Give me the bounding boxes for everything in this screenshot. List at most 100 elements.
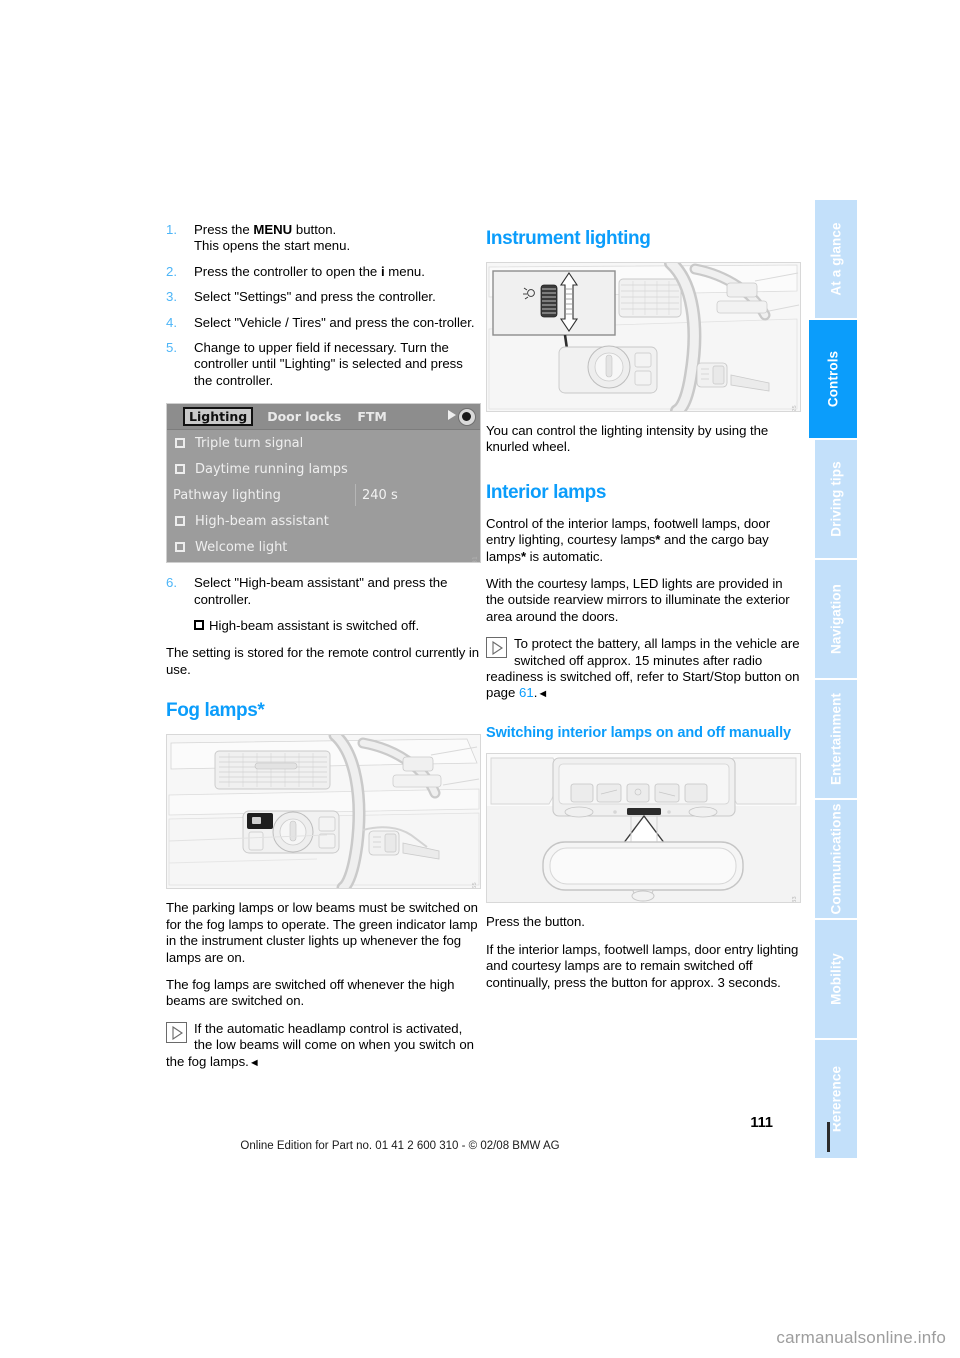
sidebar-tab-label: Controls — [825, 350, 841, 408]
idrive-row-label: Welcome light — [195, 539, 288, 555]
checkbox-icon[interactable] — [175, 464, 185, 475]
page-number: 111 — [750, 1115, 773, 1131]
fog-lamps-paragraph-1: The parking lamps or low beams must be s… — [166, 900, 478, 965]
procedure-steps-list: 1. Press the MENU button. This opens the… — [166, 222, 481, 389]
step-text: Select "Vehicle / Tires" and press the c… — [194, 314, 475, 330]
step-item-3: 3. Select "Settings" and press the contr… — [166, 289, 481, 305]
step-number: 4. — [166, 314, 177, 330]
step-text: Change to upper field if necessary. Turn… — [194, 340, 463, 388]
step-number: 2. — [166, 263, 177, 279]
idrive-row[interactable]: High-beam assistant — [167, 508, 480, 534]
rearview-mirror-button-illustration — [487, 754, 800, 903]
step-text-pre: Press the — [194, 222, 254, 237]
chevron-right-icon[interactable] — [448, 410, 456, 421]
dashboard-fog-switch-illustration — [167, 735, 480, 889]
interior-lamps-paragraph-1: Control of the interior lamps, footwell … — [486, 516, 801, 565]
step-text-bold: MENU — [253, 222, 293, 237]
step-result-text: High-beam assistant is switched off. — [209, 618, 420, 634]
idrive-row-label: High-beam assistant — [195, 513, 329, 529]
idrive-tab-door-locks[interactable]: Door locks — [267, 409, 341, 424]
overhead-console-figure: VZT0743533 — [486, 753, 801, 904]
page-reference-link[interactable]: 61 — [519, 685, 534, 700]
note-end-mark: ◄ — [537, 688, 549, 701]
section-sidebar: At a glance Controls Driving tips Naviga… — [809, 200, 857, 1160]
knurled-wheel-illustration — [487, 263, 800, 411]
step-result: High-beam assistant is switched off. — [166, 618, 481, 634]
instrument-lighting-figure: VZT0743825 — [486, 262, 801, 412]
left-column: 1. Press the MENU button. This opens the… — [166, 222, 481, 1082]
right-column: Instrument lighting You can control the … — [486, 222, 801, 991]
site-watermark: carmanualsonline.info — [776, 1328, 946, 1347]
checkbox-icon[interactable] — [175, 438, 185, 449]
step-text: Select "Settings" and press the controll… — [194, 289, 436, 305]
checkbox-icon[interactable] — [175, 516, 185, 527]
interior-lamps-paragraph-2: With the courtesy lamps, LED lights are … — [486, 576, 790, 624]
idrive-tab-ftm[interactable]: FTM — [357, 409, 387, 424]
fog-lamps-note-text: If the automatic headlamp control is act… — [166, 1020, 475, 1069]
sidebar-tab-communications[interactable]: Communications — [815, 800, 857, 918]
switching-interior-lamps-heading: Switching interior lamps on and off manu… — [486, 724, 791, 741]
sidebar-tab-mobility[interactable]: Mobility — [815, 920, 857, 1038]
step-text-post: menu. — [384, 263, 425, 279]
idrive-row-label: Daytime running lamps — [195, 461, 348, 477]
checkbox-icon[interactable] — [175, 542, 185, 553]
idrive-row-label: Pathway lighting — [173, 487, 281, 503]
setting-stored-paragraph: The setting is stored for the remote con… — [166, 645, 480, 677]
idrive-row[interactable]: Pathway lighting 240 s — [167, 482, 480, 508]
fog-lamps-paragraph-2: The fog lamps are switched off whenever … — [166, 976, 455, 1009]
sidebar-tab-label: Mobility — [828, 953, 844, 1005]
interior-lamps-note: To protect the battery, all lamps in the… — [486, 636, 801, 703]
step-item-1: 1. Press the MENU button. This opens the… — [166, 222, 481, 255]
sidebar-tab-label: At a glance — [828, 222, 844, 296]
step-number: 1. — [166, 222, 177, 237]
instrument-lighting-heading: Instrument lighting — [486, 228, 651, 249]
checkbox-icon — [194, 620, 204, 631]
figure-code: VZT0743533 — [792, 896, 798, 902]
figure-code: VZT0743825 — [792, 405, 798, 411]
fog-lamps-note: If the automatic headlamp control is act… — [166, 1021, 481, 1071]
sidebar-tab-controls[interactable]: Controls — [809, 320, 857, 438]
step-number: 3. — [166, 289, 177, 305]
sidebar-tab-at-a-glance[interactable]: At a glance — [815, 200, 857, 318]
sidebar-tab-reference[interactable]: Reference — [815, 1040, 857, 1158]
idrive-row-label: Triple turn signal — [195, 435, 304, 451]
idrive-tab-lighting[interactable]: Lighting — [183, 407, 254, 427]
sidebar-tab-label: Navigation — [828, 583, 844, 655]
idrive-row[interactable]: Triple turn signal — [167, 430, 480, 456]
sidebar-tab-entertainment[interactable]: Entertainment — [815, 680, 857, 798]
interior-p1-c: is automatic. — [526, 548, 604, 564]
step-text-line2: This opens the start menu. — [194, 238, 351, 254]
divider — [355, 484, 356, 507]
step-item-4: 4. Select "Vehicle / Tires" and press th… — [166, 315, 481, 331]
idrive-screen-figure: Lighting Door locks FTM Triple turn sign… — [166, 403, 481, 564]
figure-code: VZT0744565 — [472, 882, 478, 888]
step-text: Select "High-beam assistant" and press t… — [194, 575, 448, 607]
press-the-button-paragraph: Press the button. — [486, 914, 585, 930]
idrive-row[interactable]: Welcome light — [167, 534, 480, 560]
sidebar-tab-navigation[interactable]: Navigation — [815, 560, 857, 678]
note-end-mark: ◄ — [248, 1056, 260, 1069]
sidebar-tab-label: Driving tips — [828, 461, 844, 537]
instrument-lighting-paragraph: You can control the lighting intensity b… — [486, 423, 769, 455]
sidebar-tab-label: Entertainment — [828, 692, 844, 786]
manual-page: 1. Press the MENU button. This opens the… — [0, 0, 960, 1358]
note-triangle-icon — [166, 1021, 187, 1043]
step-text-post: button. — [292, 222, 337, 237]
note-triangle-icon — [486, 637, 507, 659]
idrive-row-value: 240 s — [362, 487, 398, 503]
controller-indicator-icon — [458, 408, 476, 427]
switching-paragraph-2: If the interior lamps, footwell lamps, d… — [486, 941, 799, 990]
step-text-pre: Press the controller to open the — [194, 263, 381, 279]
step-item-6: 6. Select "High-beam assistant" and pres… — [166, 575, 481, 608]
interior-lamps-heading: Interior lamps — [486, 481, 607, 503]
sidebar-tab-label: Communications — [828, 803, 844, 915]
step-item-2: 2. Press the controller to open the i me… — [166, 264, 481, 280]
idrive-tab-bar: Lighting Door locks FTM — [167, 404, 480, 431]
sidebar-tab-driving-tips[interactable]: Driving tips — [815, 440, 857, 558]
figure-code: VZT0563681 — [472, 556, 478, 562]
step-number: 6. — [166, 575, 177, 591]
procedure-steps-list-continued: 6. Select "High-beam assistant" and pres… — [166, 575, 481, 608]
idrive-row[interactable]: Daytime running lamps — [167, 456, 480, 482]
footer-page-marker — [827, 1122, 830, 1152]
step-number: 5. — [166, 340, 177, 356]
